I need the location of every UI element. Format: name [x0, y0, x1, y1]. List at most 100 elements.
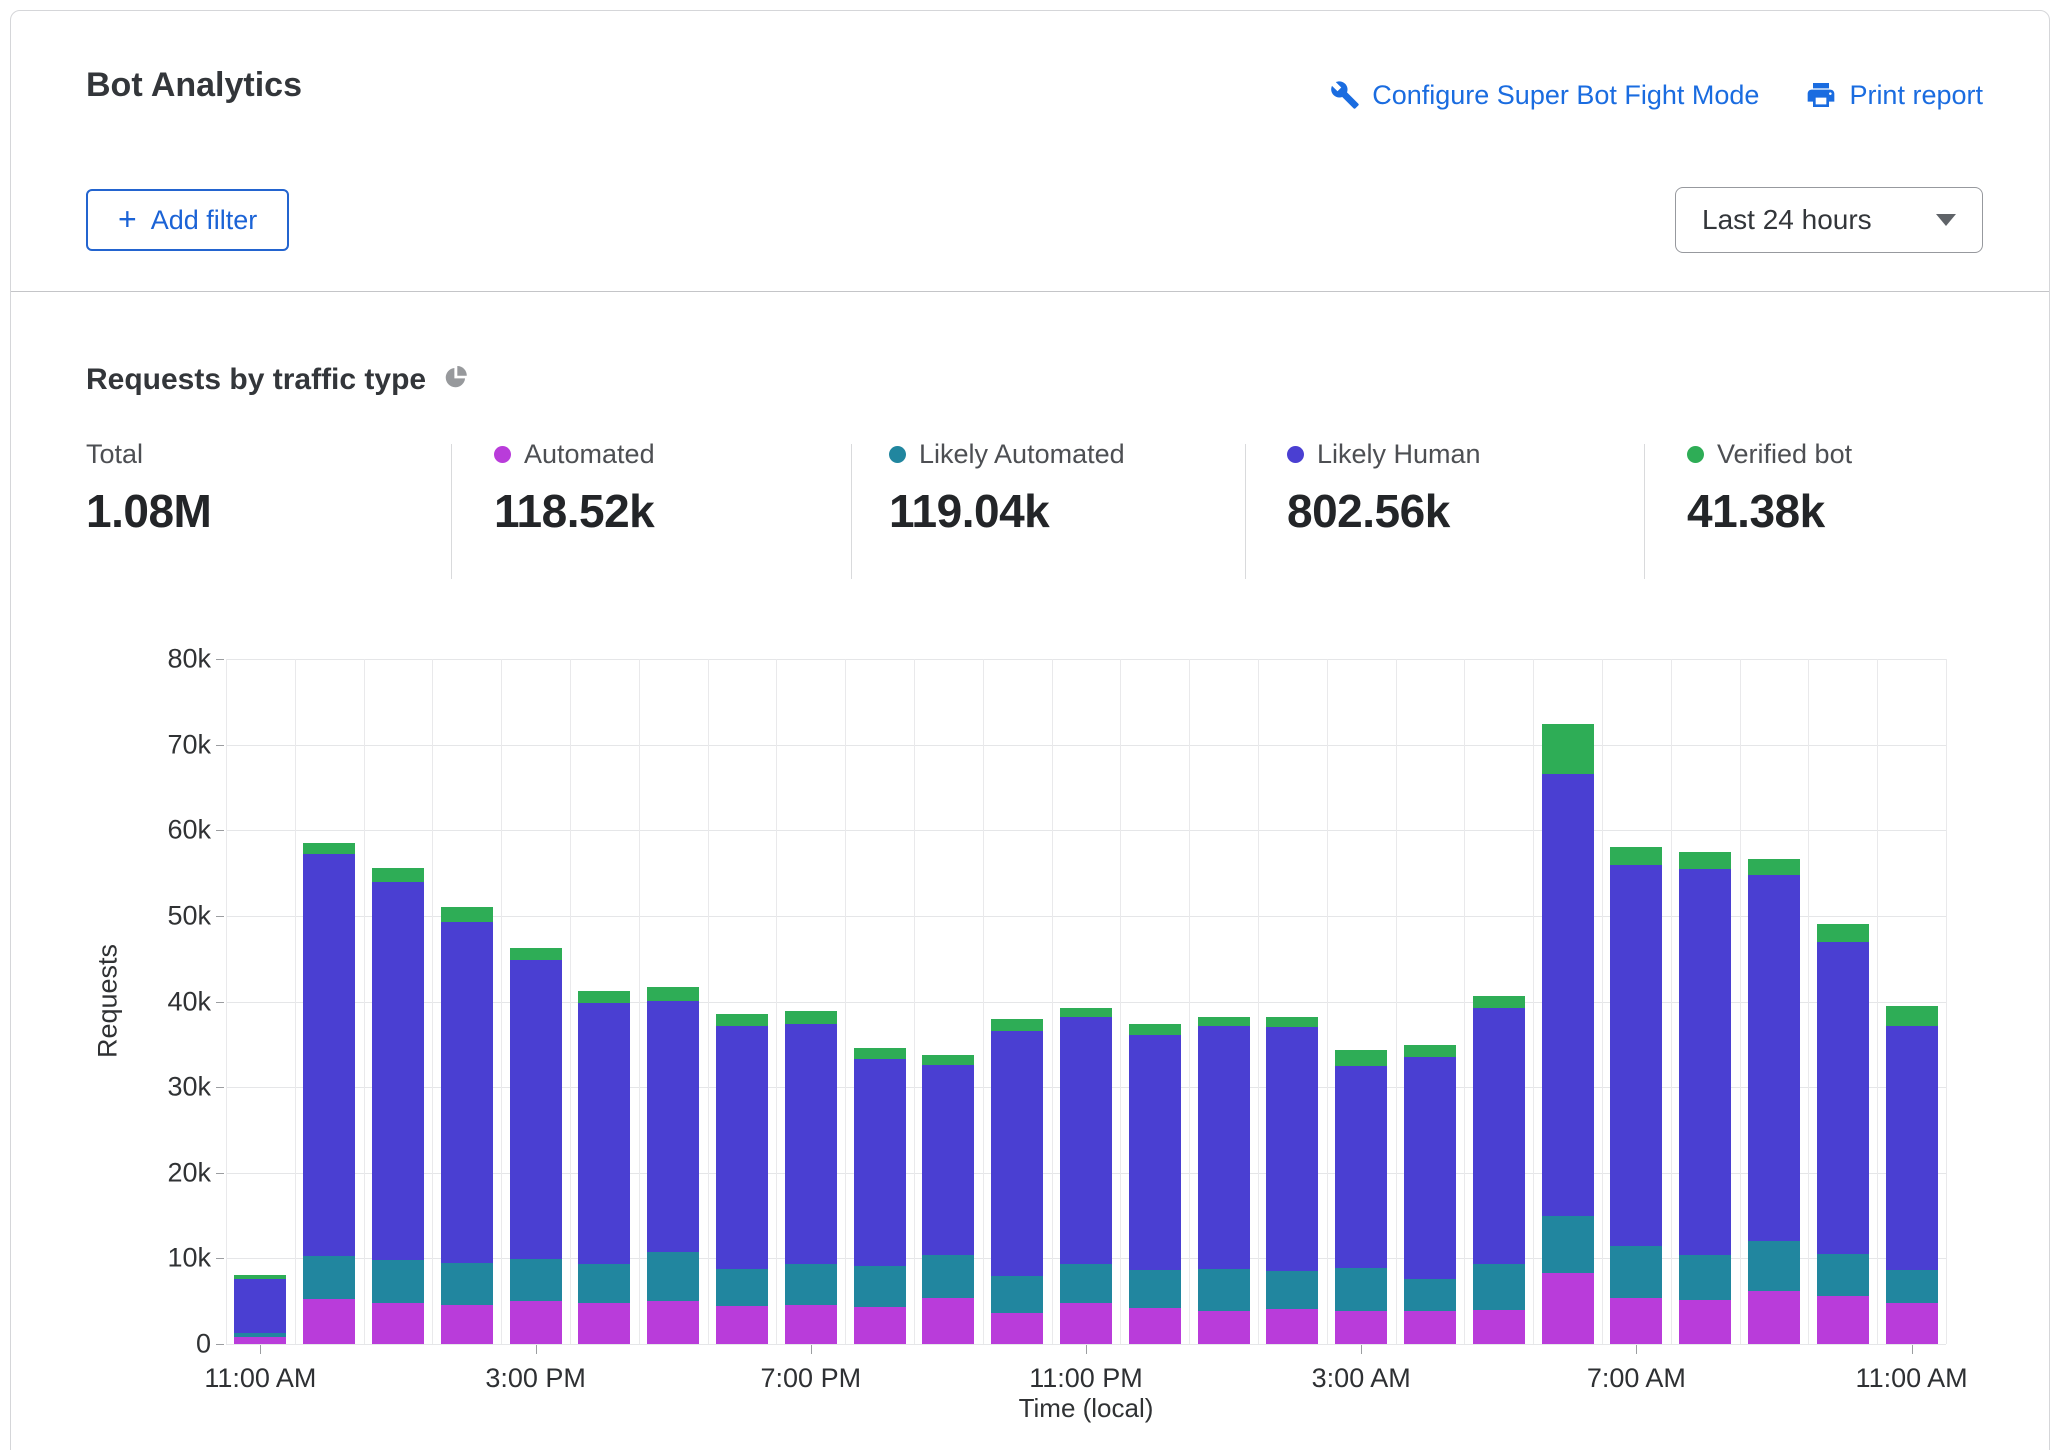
bar-segment-automated[interactable]: [578, 1303, 630, 1344]
bar-segment-likely-automated[interactable]: [234, 1333, 286, 1337]
bar-segment-verified-bot[interactable]: [922, 1055, 974, 1065]
bar-segment-automated[interactable]: [1335, 1311, 1387, 1344]
bar-segment-likely-human[interactable]: [441, 922, 493, 1263]
bar-segment-likely-automated[interactable]: [785, 1264, 837, 1305]
bar-segment-verified-bot[interactable]: [1198, 1017, 1250, 1026]
time-range-select[interactable]: Last 24 hours: [1675, 187, 1983, 253]
bar-segment-likely-human[interactable]: [785, 1024, 837, 1264]
bar-segment-likely-automated[interactable]: [991, 1276, 1043, 1313]
bar-segment-verified-bot[interactable]: [234, 1275, 286, 1279]
bar-segment-automated[interactable]: [510, 1301, 562, 1344]
bar-segment-verified-bot[interactable]: [441, 907, 493, 922]
bar-segment-verified-bot[interactable]: [1817, 924, 1869, 942]
bar-segment-likely-automated[interactable]: [1060, 1264, 1112, 1303]
bar-segment-likely-human[interactable]: [578, 1003, 630, 1264]
bar-segment-likely-automated[interactable]: [647, 1252, 699, 1301]
bar-segment-likely-automated[interactable]: [1335, 1268, 1387, 1311]
bar-segment-likely-automated[interactable]: [922, 1255, 974, 1298]
bar-segment-verified-bot[interactable]: [1473, 996, 1525, 1009]
bar-segment-likely-automated[interactable]: [854, 1266, 906, 1307]
configure-super-bot-fight-mode-link[interactable]: Configure Super Bot Fight Mode: [1330, 80, 1759, 111]
bar-segment-likely-human[interactable]: [510, 960, 562, 1260]
bar-segment-likely-human[interactable]: [1542, 774, 1594, 1216]
bar-segment-verified-bot[interactable]: [785, 1011, 837, 1024]
print-report-link[interactable]: Print report: [1805, 79, 1983, 111]
bar-segment-likely-human[interactable]: [854, 1059, 906, 1266]
bar-segment-likely-automated[interactable]: [303, 1256, 355, 1300]
bar-segment-automated[interactable]: [1542, 1273, 1594, 1344]
bar-segment-likely-human[interactable]: [991, 1031, 1043, 1277]
bar-segment-verified-bot[interactable]: [991, 1019, 1043, 1031]
bar-segment-automated[interactable]: [647, 1301, 699, 1344]
bar-segment-automated[interactable]: [441, 1305, 493, 1344]
bar-segment-likely-automated[interactable]: [1473, 1264, 1525, 1309]
bar-segment-automated[interactable]: [1060, 1303, 1112, 1344]
bar-segment-likely-human[interactable]: [1886, 1026, 1938, 1269]
bar-segment-likely-human[interactable]: [922, 1065, 974, 1255]
bar-segment-automated[interactable]: [1817, 1296, 1869, 1344]
bar-segment-likely-automated[interactable]: [1886, 1270, 1938, 1303]
bar-segment-verified-bot[interactable]: [1748, 859, 1800, 875]
bar-segment-likely-human[interactable]: [303, 854, 355, 1256]
bar-segment-verified-bot[interactable]: [372, 868, 424, 882]
bar-segment-automated[interactable]: [234, 1337, 286, 1344]
bar-segment-likely-human[interactable]: [1266, 1027, 1318, 1271]
bar-segment-likely-human[interactable]: [1748, 875, 1800, 1241]
bar-segment-automated[interactable]: [1404, 1311, 1456, 1344]
bar-segment-automated[interactable]: [1886, 1303, 1938, 1344]
bar-segment-automated[interactable]: [1610, 1298, 1662, 1344]
bar-segment-likely-automated[interactable]: [716, 1269, 768, 1307]
bar-segment-verified-bot[interactable]: [303, 843, 355, 854]
bar-segment-likely-automated[interactable]: [1817, 1254, 1869, 1296]
bar-segment-likely-automated[interactable]: [1404, 1279, 1456, 1312]
bar-segment-likely-human[interactable]: [716, 1026, 768, 1268]
bar-segment-likely-human[interactable]: [372, 882, 424, 1260]
bar-segment-likely-human[interactable]: [1060, 1017, 1112, 1264]
bar-segment-likely-human[interactable]: [234, 1279, 286, 1333]
bar-segment-likely-human[interactable]: [1129, 1035, 1181, 1270]
bar-segment-automated[interactable]: [1748, 1291, 1800, 1344]
bar-segment-verified-bot[interactable]: [1886, 1006, 1938, 1027]
bar-segment-verified-bot[interactable]: [1060, 1008, 1112, 1017]
bar-segment-automated[interactable]: [1129, 1308, 1181, 1344]
bar-segment-automated[interactable]: [991, 1313, 1043, 1344]
bar-segment-likely-human[interactable]: [1817, 942, 1869, 1254]
bar-segment-likely-automated[interactable]: [1266, 1271, 1318, 1309]
bar-segment-automated[interactable]: [372, 1303, 424, 1344]
bar-segment-automated[interactable]: [1198, 1311, 1250, 1344]
bar-segment-likely-automated[interactable]: [372, 1260, 424, 1303]
bar-segment-verified-bot[interactable]: [854, 1048, 906, 1059]
bar-segment-likely-human[interactable]: [647, 1001, 699, 1253]
bar-segment-likely-human[interactable]: [1679, 869, 1731, 1255]
bar-segment-automated[interactable]: [1473, 1310, 1525, 1344]
bar-segment-verified-bot[interactable]: [1266, 1017, 1318, 1027]
bar-segment-verified-bot[interactable]: [1335, 1050, 1387, 1065]
bar-segment-likely-human[interactable]: [1404, 1057, 1456, 1279]
bar-segment-likely-automated[interactable]: [1610, 1246, 1662, 1297]
bar-segment-automated[interactable]: [1679, 1300, 1731, 1344]
bar-segment-verified-bot[interactable]: [1679, 852, 1731, 869]
bar-segment-verified-bot[interactable]: [1129, 1024, 1181, 1035]
bar-segment-automated[interactable]: [1266, 1309, 1318, 1344]
bar-segment-likely-human[interactable]: [1198, 1026, 1250, 1268]
bar-segment-automated[interactable]: [716, 1306, 768, 1344]
bar-segment-likely-human[interactable]: [1335, 1066, 1387, 1268]
bar-segment-likely-automated[interactable]: [578, 1264, 630, 1303]
bar-segment-likely-automated[interactable]: [1679, 1255, 1731, 1300]
bar-segment-likely-automated[interactable]: [1129, 1270, 1181, 1308]
add-filter-button[interactable]: + Add filter: [86, 189, 289, 251]
bar-segment-automated[interactable]: [303, 1299, 355, 1344]
bar-segment-verified-bot[interactable]: [1404, 1045, 1456, 1057]
bar-segment-likely-automated[interactable]: [1542, 1216, 1594, 1273]
bar-segment-likely-automated[interactable]: [441, 1263, 493, 1305]
bar-segment-automated[interactable]: [854, 1307, 906, 1344]
bar-segment-likely-automated[interactable]: [510, 1259, 562, 1301]
bar-segment-verified-bot[interactable]: [578, 991, 630, 1003]
bar-segment-likely-automated[interactable]: [1748, 1241, 1800, 1291]
bar-segment-verified-bot[interactable]: [1610, 847, 1662, 865]
bar-segment-automated[interactable]: [922, 1298, 974, 1344]
bar-segment-verified-bot[interactable]: [647, 987, 699, 1001]
bar-segment-verified-bot[interactable]: [716, 1014, 768, 1027]
bar-segment-automated[interactable]: [785, 1305, 837, 1344]
bar-segment-verified-bot[interactable]: [1542, 724, 1594, 774]
